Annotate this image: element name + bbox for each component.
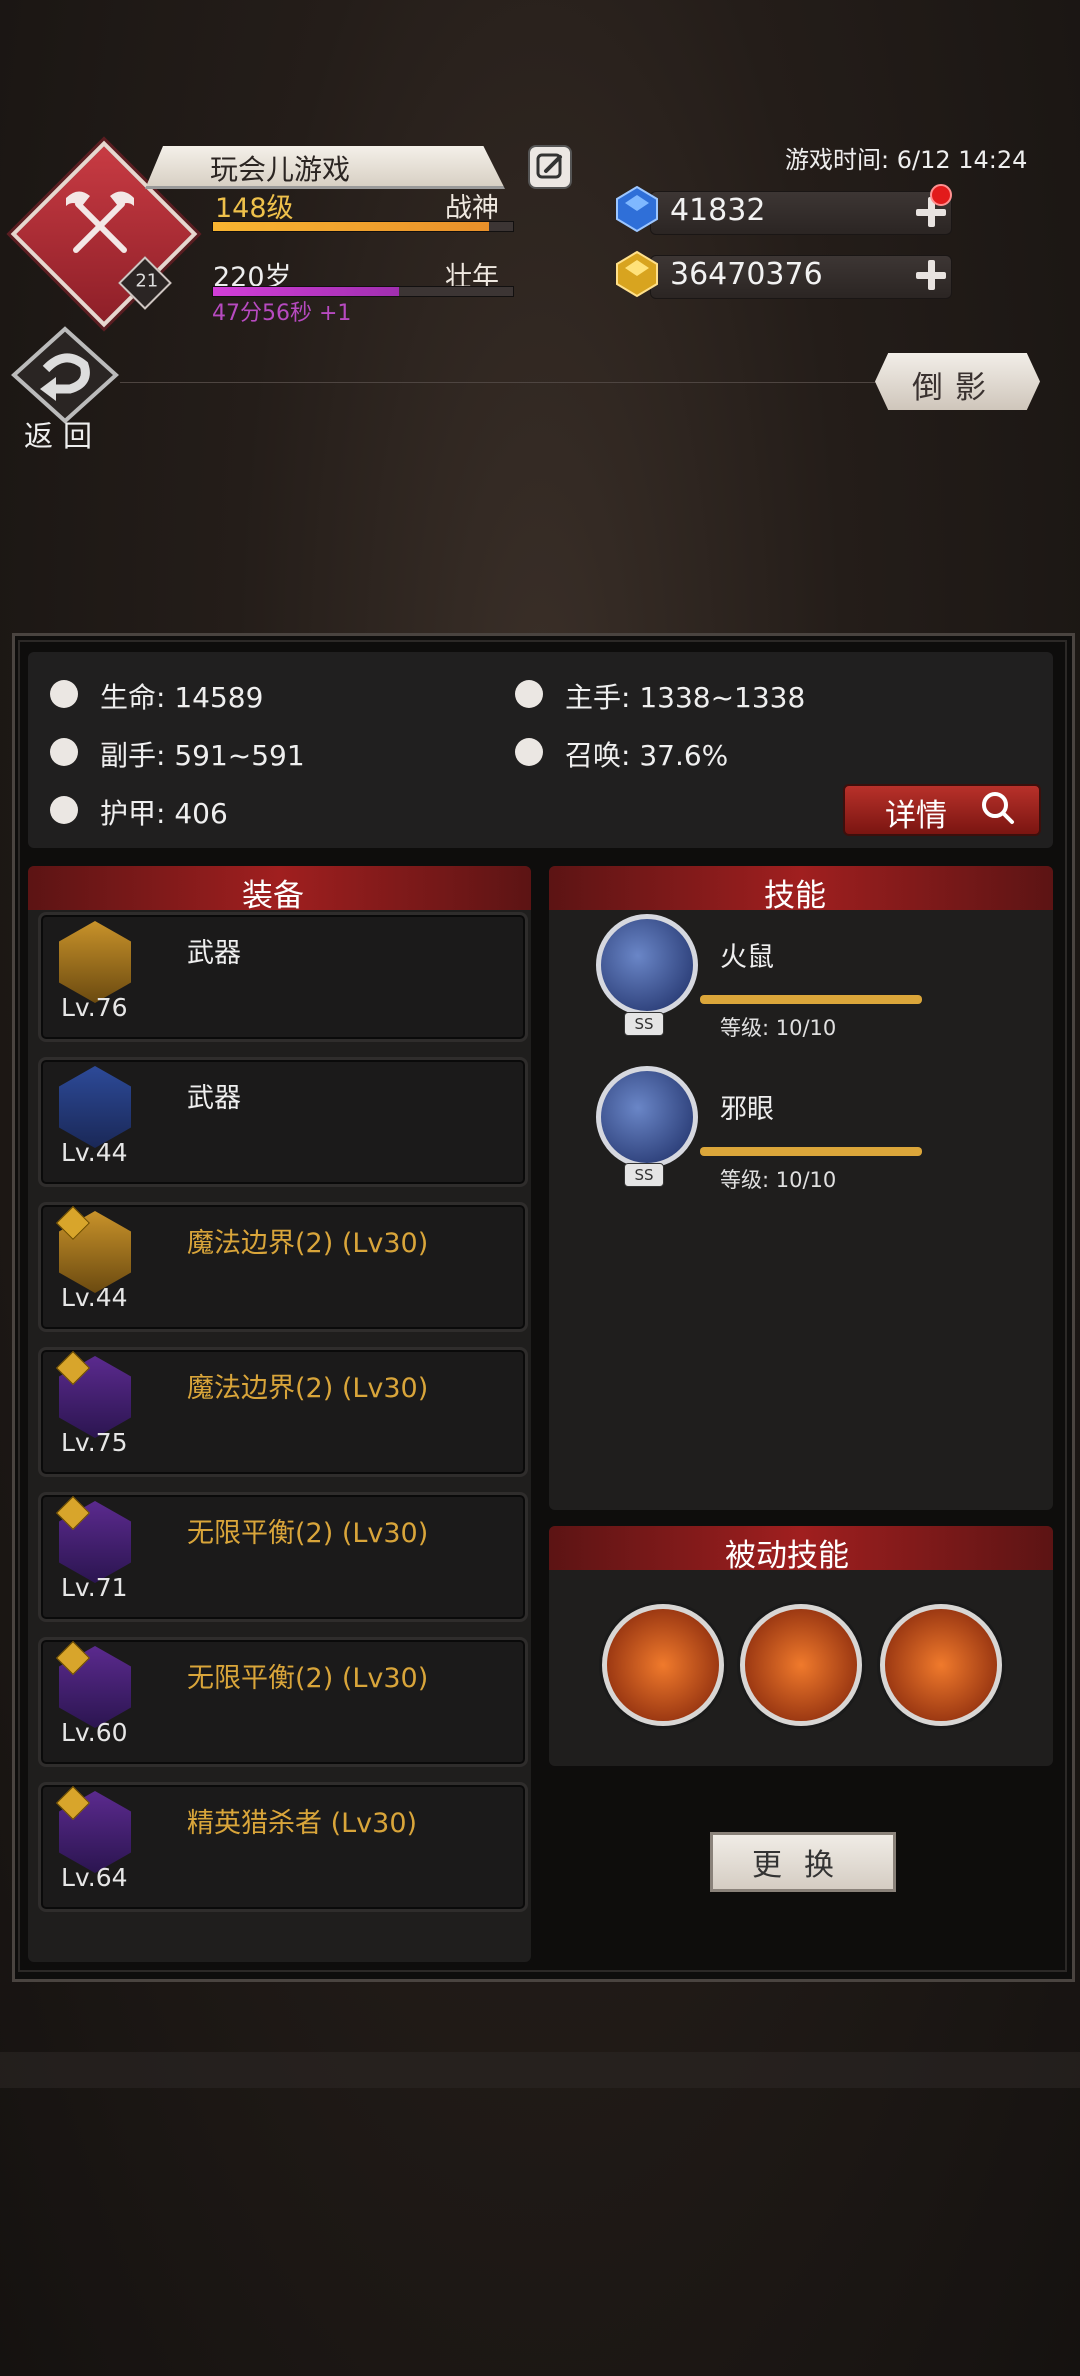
equipment-item[interactable]: Lv.60 无限平衡(2) (Lv30) — [38, 1637, 528, 1767]
player-name: 玩会儿游戏 — [210, 153, 351, 186]
equipment-name: 无限平衡(2) (Lv30) — [187, 1663, 429, 1694]
equipment-item[interactable]: Lv.71 无限平衡(2) (Lv30) — [38, 1492, 528, 1622]
equipment-item[interactable]: Lv.76 武器 — [38, 912, 528, 1042]
heart-icon — [50, 680, 78, 708]
hourglass-icon[interactable] — [880, 1604, 1002, 1726]
armor-icon — [50, 796, 78, 824]
equipment-level: Lv.64 — [61, 1863, 128, 1892]
equipment-level: Lv.75 — [61, 1428, 128, 1457]
back-label[interactable]: 返回 — [24, 413, 102, 455]
stat-main-hand: 主手: 1338~1338 — [565, 681, 806, 714]
skill-fire-rat-icon[interactable] — [596, 914, 698, 1016]
flame-warrior-icon[interactable] — [740, 1604, 862, 1726]
equipment-name: 武器 — [187, 1083, 241, 1114]
level-bar — [212, 221, 514, 232]
stat-off-hand: 副手: 591~591 — [100, 739, 305, 772]
reflection-label[interactable]: 倒影 — [912, 362, 998, 407]
add-gold-icon[interactable] — [916, 260, 946, 290]
swap-label[interactable]: 更换 — [752, 1840, 856, 1884]
equipment-level: Lv.60 — [61, 1718, 128, 1747]
equipment-level: Lv.76 — [61, 993, 128, 1022]
equipment-item[interactable]: Lv.64 精英猎杀者 (Lv30) — [38, 1782, 528, 1912]
equipment-name: 魔法边界(2) (Lv30) — [187, 1373, 429, 1404]
equipment-icon — [59, 921, 131, 1003]
equipment-item[interactable]: Lv.75 魔法边界(2) (Lv30) — [38, 1347, 528, 1477]
skill-grade: SS — [624, 1163, 664, 1187]
equipment-item[interactable]: Lv.44 魔法边界(2) (Lv30) — [38, 1202, 528, 1332]
level-text: 148级 — [215, 193, 294, 224]
summon-icon — [515, 738, 543, 766]
equipment-name: 精英猎杀者 (Lv30) — [187, 1808, 418, 1839]
equipment-level: Lv.44 — [61, 1283, 128, 1312]
skill-level: 等级: 10/10 — [720, 1016, 837, 1040]
skill-level: 等级: 10/10 — [720, 1168, 837, 1192]
header-divider — [120, 382, 880, 383]
notification-dot — [930, 184, 952, 206]
gold-count: 36470376 — [670, 257, 823, 292]
skills-title: 技能 — [764, 878, 826, 914]
age-timer: 47分56秒 +1 — [212, 301, 352, 326]
skill-grade: SS — [624, 1012, 664, 1036]
equipment-icon — [59, 1066, 131, 1148]
diamond-count: 41832 — [670, 193, 766, 228]
stat-life: 生命: 14589 — [100, 681, 264, 714]
stat-summon: 召唤: 37.6% — [565, 739, 729, 772]
detail-label[interactable]: 详情 — [885, 790, 947, 835]
equipment-item[interactable]: Lv.44 武器 — [38, 1057, 528, 1187]
equipment-name: 魔法边界(2) (Lv30) — [187, 1228, 429, 1259]
blue-gem-icon — [616, 185, 658, 233]
crossed-axes-icon — [66, 191, 134, 253]
level-bar-fill — [213, 222, 489, 231]
equipment-level: Lv.71 — [61, 1573, 128, 1602]
skill-name: 邪眼 — [720, 1094, 774, 1125]
sword-icon — [515, 680, 543, 708]
passive-title: 被动技能 — [725, 1538, 849, 1574]
dagger-icon — [50, 738, 78, 766]
bottom-strip — [0, 2052, 1080, 2088]
equipment-name: 武器 — [187, 938, 241, 969]
skill-level-bar — [700, 995, 922, 1004]
level-title: 战神 — [445, 193, 499, 224]
search-icon[interactable] — [980, 790, 1016, 826]
equipment-name: 无限平衡(2) (Lv30) — [187, 1518, 429, 1549]
gold-gem-icon — [616, 250, 658, 298]
edit-icon — [536, 153, 562, 179]
equipment-title: 装备 — [242, 878, 304, 914]
back-arrow-icon — [11, 326, 119, 424]
shield-fist-icon[interactable] — [602, 1604, 724, 1726]
skill-evil-eye-icon[interactable] — [596, 1066, 698, 1168]
skill-name: 火鼠 — [720, 942, 774, 973]
skill-level-bar — [700, 1147, 922, 1156]
edit-name-button[interactable] — [528, 145, 572, 189]
equipment-level: Lv.44 — [61, 1138, 128, 1167]
stat-armor: 护甲: 406 — [100, 797, 228, 830]
game-time: 游戏时间: 6/12 14:24 — [785, 146, 1028, 174]
